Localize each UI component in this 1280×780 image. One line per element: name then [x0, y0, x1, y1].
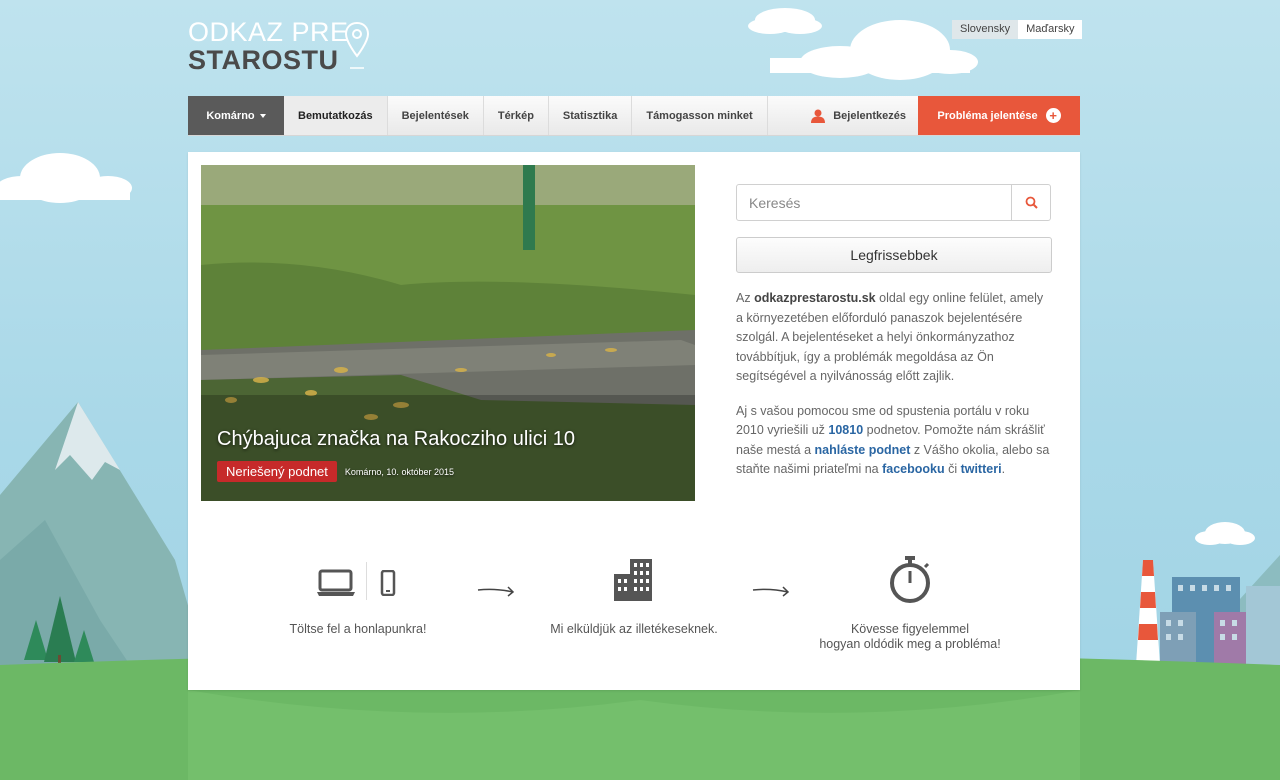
step-upload-label: Töltse fel a honlapunkra! — [289, 622, 427, 636]
divider — [366, 562, 367, 600]
logo-line1: ODKAZ PRE — [188, 17, 349, 47]
nav-item-reports[interactable]: Bejelentések — [388, 96, 484, 135]
main-panel: Chýbajuca značka na Rakocziho ulici 10 N… — [188, 152, 1080, 690]
arrow-right-icon — [752, 586, 790, 597]
site-logo[interactable]: ODKAZ PRE STAROSTU — [188, 17, 370, 75]
featured-meta: Neriešený podnet Komárno, 10. október 20… — [217, 461, 454, 482]
mobile-phone-icon — [380, 570, 396, 596]
step-send-label: Mi elküldjük az illetékeseknek. — [550, 622, 718, 636]
map-pin-icon — [344, 21, 370, 69]
solved-count: 10810 — [828, 423, 864, 437]
laptop-icon — [317, 569, 355, 596]
report-link[interactable]: nahláste podnet — [815, 443, 911, 457]
search-box — [736, 184, 1051, 221]
report-problem-button[interactable]: Probléma jelentése + — [918, 96, 1080, 135]
nav-item-statistics[interactable]: Statisztika — [549, 96, 633, 135]
about-text-span: či — [944, 462, 961, 476]
buildings-icon — [614, 559, 652, 601]
search-input[interactable] — [737, 185, 1011, 220]
language-switcher: Slovensky Maďarsky — [952, 20, 1083, 39]
city-label: Komárno — [206, 109, 255, 122]
status-badge: Neriešený podnet — [217, 461, 337, 482]
about-paragraph-2: Aj s vašou pomocou sme od spustenia port… — [736, 402, 1052, 480]
twitter-link[interactable]: twitteri — [961, 462, 1002, 476]
about-text-span: Az — [736, 291, 755, 305]
user-icon — [811, 109, 826, 123]
report-label: Probléma jelentése — [937, 109, 1038, 122]
site-name: odkazprestarostu.sk — [754, 291, 876, 305]
login-button[interactable]: Bejelentkezés — [799, 96, 918, 135]
nav-item-support[interactable]: Támogasson minket — [632, 96, 768, 135]
lang-slovak[interactable]: Slovensky — [952, 20, 1019, 39]
featured-title: Chýbajuca značka na Rakocziho ulici 10 — [217, 428, 575, 450]
featured-report[interactable]: Chýbajuca značka na Rakocziho ulici 10 N… — [201, 165, 695, 501]
main-nav: Komárno Bemutatkozás Bejelentések Térkép… — [188, 96, 1080, 136]
about-text: Az odkazprestarostu.sk oldal egy online … — [736, 289, 1052, 480]
caret-down-icon — [259, 113, 266, 118]
nav-item-intro[interactable]: Bemutatkozás — [284, 96, 388, 135]
facebook-link[interactable]: facebooku — [882, 462, 945, 476]
search-button[interactable] — [1011, 185, 1050, 220]
latest-button[interactable]: Legfrissebbek — [736, 237, 1052, 273]
step-follow-line2: hogyan oldódik meg a probléma! — [819, 637, 1001, 651]
featured-date: Komárno, 10. október 2015 — [344, 466, 454, 477]
logo-line2: STAROSTU — [188, 45, 339, 75]
nav-item-map[interactable]: Térkép — [484, 96, 549, 135]
plus-icon: + — [1045, 108, 1061, 123]
stopwatch-icon — [890, 556, 930, 603]
about-paragraph-1: Az odkazprestarostu.sk oldal egy online … — [736, 289, 1052, 387]
about-text-span: . — [1001, 462, 1006, 476]
step-follow-line1: Kövesse figyelemmel — [850, 622, 970, 636]
lang-hungarian[interactable]: Maďarsky — [1018, 20, 1083, 39]
step-follow-label: Kövesse figyelemmel hogyan oldódik meg a… — [790, 622, 1030, 652]
search-icon — [1025, 196, 1038, 209]
login-label: Bejelentkezés — [833, 109, 906, 122]
city-dropdown[interactable]: Komárno — [188, 96, 284, 135]
arrow-right-icon — [477, 586, 515, 597]
